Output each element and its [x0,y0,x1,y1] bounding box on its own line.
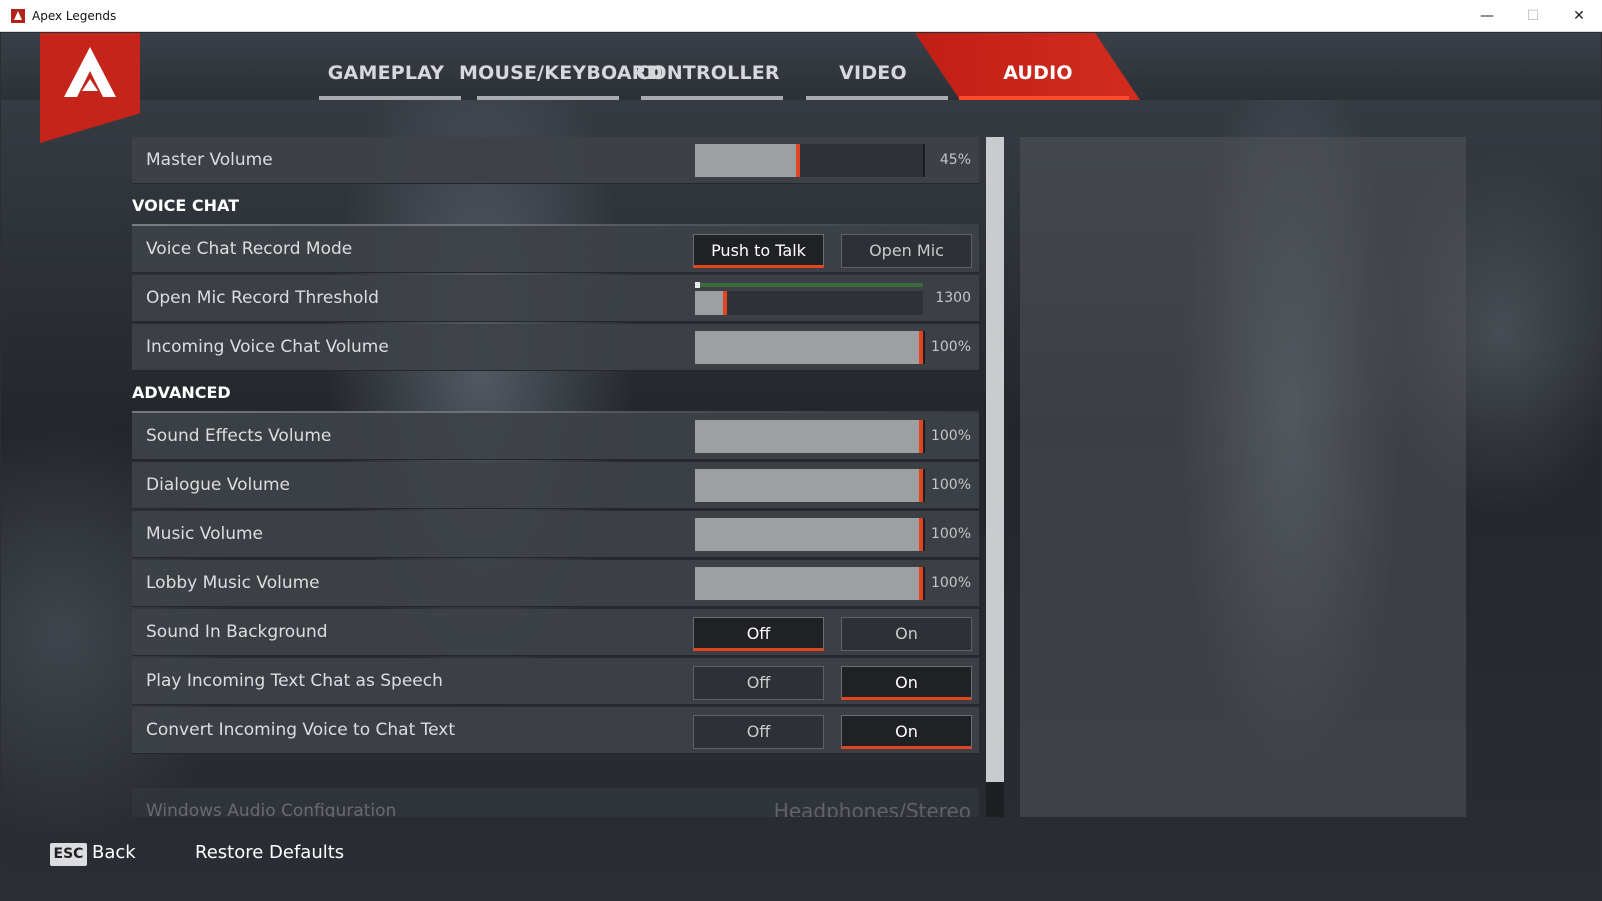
slider-fill [695,469,923,502]
sound-in-background-on-button[interactable]: On [841,617,972,651]
tab-underline [319,96,461,100]
audio-settings-list: Master Volume 45% VOICE CHAT Voice Chat … [132,137,979,817]
incoming-voice-volume-slider[interactable] [695,331,925,364]
tab-mouse-keyboard[interactable]: MOUSE/KEYBOARD [459,33,662,100]
slider-end [923,420,925,453]
master-volume-slider[interactable] [695,144,925,177]
setting-music-volume: Music Volume 100% [132,511,979,558]
window-controls: — ☐ ✕ [1464,0,1602,32]
text-chat-as-speech-off-button[interactable]: Off [693,666,824,700]
tab-label: CONTROLLER [636,62,780,84]
tab-label: GAMEPLAY [327,62,445,84]
setting-label: Open Mic Record Threshold [146,288,379,308]
apex-logo-icon [64,47,116,97]
setting-value: 100% [930,428,971,444]
open-mic-threshold-slider[interactable] [695,291,923,315]
apex-app-icon [11,8,25,23]
open-mic-button[interactable]: Open Mic [841,234,972,268]
setting-incoming-voice-volume: Incoming Voice Chat Volume 100% [132,324,979,371]
setting-value: 100% [930,575,971,591]
slider-knob[interactable] [796,144,800,177]
setting-voice-record-mode: Voice Chat Record Mode Push to Talk Open… [132,226,979,273]
back-button[interactable]: Back [92,842,136,863]
setting-value: 100% [930,526,971,542]
setting-sound-effects-volume: Sound Effects Volume 100% [132,413,979,460]
section-header-voice-chat: VOICE CHAT [132,188,979,226]
setting-label: Incoming Voice Chat Volume [146,337,389,357]
slider-end [923,144,925,177]
maximize-button[interactable]: ☐ [1510,0,1556,32]
setting-label: Play Incoming Text Chat as Speech [146,671,443,691]
setting-label: Dialogue Volume [146,475,291,495]
minimize-button[interactable]: — [1464,0,1510,32]
esc-key-hint: ESC [50,843,87,866]
setting-description-panel [1020,137,1466,817]
game-viewport: GAMEPLAY MOUSE/KEYBOARD CONTROLLER VIDEO… [1,33,1601,901]
tab-label: AUDIO [1003,62,1073,84]
slider-fill [695,331,923,364]
setting-value: 1300 [935,290,971,306]
setting-value: 100% [930,477,971,493]
setting-label: Convert Incoming Voice to Chat Text [146,720,456,740]
voice-to-chat-text-on-button[interactable]: On [841,715,972,749]
slider-fill [695,567,923,600]
setting-sound-in-background: Sound In Background Off On [132,609,979,656]
slider-fill [695,518,923,551]
setting-label: Music Volume [146,524,263,544]
setting-label: Sound Effects Volume [146,426,332,446]
text-chat-as-speech-on-button[interactable]: On [841,666,972,700]
tab-audio[interactable]: AUDIO [915,33,1140,100]
push-to-talk-button[interactable]: Push to Talk [693,234,824,268]
footer-bar: ESC Back Restore Defaults [1,833,1601,901]
window-title: Apex Legends [32,8,117,23]
setting-value: Headphones/Stereo [773,799,971,817]
setting-master-volume: Master Volume 45% [132,137,979,184]
setting-value: 100% [930,339,971,355]
tab-controller[interactable]: CONTROLLER [623,33,793,100]
setting-text-chat-as-speech: Play Incoming Text Chat as Speech Off On [132,658,979,705]
voice-to-chat-text-off-button[interactable]: Off [693,715,824,749]
setting-label: Master Volume [146,150,273,170]
mic-level-meter [695,282,923,288]
slider-end [923,469,925,502]
setting-label: Windows Audio Configuration [146,801,397,817]
slider-fill [695,420,923,453]
close-button[interactable]: ✕ [1556,0,1602,32]
mic-level-mark [695,282,700,288]
sound-in-background-off-button[interactable]: Off [693,617,824,651]
setting-value: 45% [939,152,971,168]
music-volume-slider[interactable] [695,518,925,551]
slider-fill [695,144,798,177]
setting-label: Voice Chat Record Mode [146,239,353,259]
apex-logo [40,33,140,143]
setting-open-mic-threshold: Open Mic Record Threshold 1300 [132,275,979,322]
setting-lobby-music-volume: Lobby Music Volume 100% [132,560,979,607]
section-header-advanced: ADVANCED [132,375,979,413]
slider-fill [695,291,725,315]
tab-underline [477,96,619,100]
window-titlebar: Apex Legends — ☐ ✕ [0,0,1602,32]
setting-dialogue-volume: Dialogue Volume 100% [132,462,979,509]
restore-defaults-button[interactable]: Restore Defaults [195,842,344,863]
slider-end [923,567,925,600]
setting-voice-to-chat-text: Convert Incoming Voice to Chat Text Off … [132,707,979,754]
setting-label: Sound In Background [146,622,328,642]
scrollbar-thumb[interactable] [986,137,1004,782]
setting-windows-audio-configuration[interactable]: Windows Audio Configuration Headphones/S… [132,788,979,817]
slider-knob[interactable] [723,291,727,315]
tab-gameplay[interactable]: GAMEPLAY [301,33,471,100]
tab-underline [806,96,948,100]
tab-underline [641,96,783,100]
tab-underline [959,96,1129,100]
lobby-music-volume-slider[interactable] [695,567,925,600]
tab-label: VIDEO [839,62,907,84]
sound-effects-volume-slider[interactable] [695,420,925,453]
setting-label: Lobby Music Volume [146,573,320,593]
slider-end [923,518,925,551]
dialogue-volume-slider[interactable] [695,469,925,502]
slider-end [923,331,925,364]
